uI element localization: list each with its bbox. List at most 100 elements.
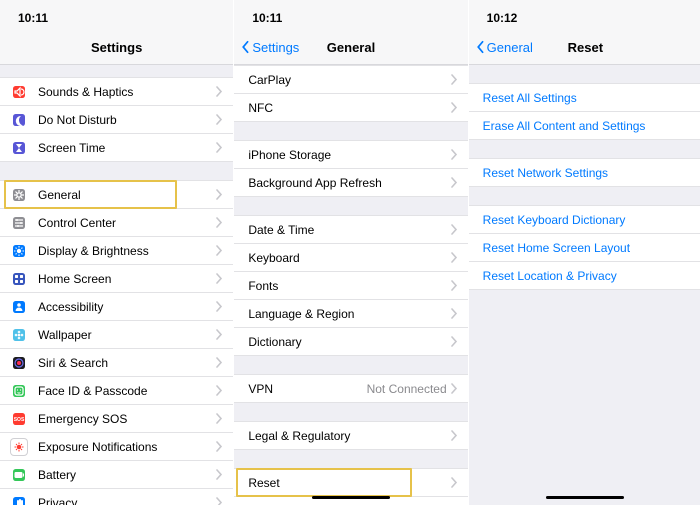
chevron-right-icon	[216, 188, 223, 202]
chevron-right-icon	[216, 496, 223, 505]
section-gap	[234, 197, 467, 215]
sun-app-icon	[10, 242, 28, 260]
row-nfc[interactable]: NFC	[234, 94, 467, 122]
sos-app-icon: SOS	[10, 410, 28, 428]
back-label: General	[487, 40, 533, 55]
chevron-right-icon	[216, 468, 223, 482]
status-bar: 10:12	[469, 0, 700, 30]
row-sos[interactable]: SOS Emergency SOS	[0, 405, 233, 433]
home-indicator	[546, 496, 624, 499]
row-faceid[interactable]: Face ID & Passcode	[0, 377, 233, 405]
nav-bar: Settings	[0, 30, 233, 65]
row-display[interactable]: Display & Brightness	[0, 237, 233, 265]
row-label: Emergency SOS	[38, 412, 216, 426]
row-control-center[interactable]: Control Center	[0, 209, 233, 237]
row-label: Dictionary	[248, 335, 450, 349]
phone-1: 10:11 Settings Sounds & Haptics Do Not D…	[0, 0, 234, 505]
chevron-right-icon	[216, 440, 223, 454]
page-title: Settings	[91, 40, 142, 55]
row-label: Wallpaper	[38, 328, 216, 342]
back-button[interactable]: Settings	[240, 40, 299, 55]
row-label: Sounds & Haptics	[38, 85, 216, 99]
row-home-screen[interactable]: Home Screen	[0, 265, 233, 293]
row-vpn[interactable]: VPNNot Connected	[234, 374, 467, 403]
row-exposure[interactable]: Exposure Notifications	[0, 433, 233, 461]
nav-bar: General Reset	[469, 30, 700, 65]
row-wallpaper[interactable]: Wallpaper	[0, 321, 233, 349]
chevron-right-icon	[216, 412, 223, 426]
row-reset-all[interactable]: Reset All Settings	[469, 83, 700, 112]
row-battery[interactable]: Battery	[0, 461, 233, 489]
face-app-icon	[10, 382, 28, 400]
scroll-area[interactable]: Reset All Settings Erase All Content and…	[469, 65, 700, 505]
battery-app-icon	[10, 466, 28, 484]
hand-app-icon	[10, 494, 28, 505]
row-refresh[interactable]: Background App Refresh	[234, 169, 467, 197]
row-label: Reset All Settings	[483, 91, 692, 105]
row-erase-all[interactable]: Erase All Content and Settings	[469, 112, 700, 140]
row-label: VPN	[248, 382, 366, 396]
chevron-right-icon	[451, 73, 458, 87]
hourglass-app-icon	[10, 139, 28, 157]
row-label: NFC	[248, 101, 450, 115]
chevron-right-icon	[216, 244, 223, 258]
section-gap	[234, 450, 467, 468]
row-reset[interactable]: Reset	[234, 468, 467, 497]
row-label: Battery	[38, 468, 216, 482]
chevron-right-icon	[216, 141, 223, 155]
row-detail: Not Connected	[367, 382, 447, 396]
row-storage[interactable]: iPhone Storage	[234, 140, 467, 169]
row-label: Control Center	[38, 216, 216, 230]
row-reset-network[interactable]: Reset Network Settings	[469, 158, 700, 187]
section-gap	[234, 356, 467, 374]
home-indicator	[312, 496, 390, 499]
row-label: Keyboard	[248, 251, 450, 265]
row-general[interactable]: General	[0, 180, 233, 209]
row-label: Reset Home Screen Layout	[483, 241, 692, 255]
speaker-app-icon	[10, 83, 28, 101]
row-label: iPhone Storage	[248, 148, 450, 162]
chevron-right-icon	[451, 382, 458, 396]
section-gap	[469, 140, 700, 158]
row-accessibility[interactable]: Accessibility	[0, 293, 233, 321]
chevron-right-icon	[451, 279, 458, 293]
section-gap	[469, 187, 700, 205]
row-sounds[interactable]: Sounds & Haptics	[0, 77, 233, 106]
scroll-area[interactable]: Sounds & Haptics Do Not Disturb Screen T…	[0, 65, 233, 505]
siri-app-icon	[10, 354, 28, 372]
grid-app-icon	[10, 270, 28, 288]
row-screen-time[interactable]: Screen Time	[0, 134, 233, 162]
row-dnd[interactable]: Do Not Disturb	[0, 106, 233, 134]
row-label: Privacy	[38, 496, 216, 505]
chevron-right-icon	[451, 429, 458, 443]
row-keyboard[interactable]: Keyboard	[234, 244, 467, 272]
chevron-right-icon	[451, 476, 458, 490]
scroll-area[interactable]: CarPlay NFC iPhone Storage Background Ap…	[234, 65, 467, 505]
back-button[interactable]: General	[475, 40, 533, 55]
row-language[interactable]: Language & Region	[234, 300, 467, 328]
status-bar: 10:11	[0, 0, 233, 30]
row-legal[interactable]: Legal & Regulatory	[234, 421, 467, 450]
sliders-app-icon	[10, 214, 28, 232]
row-label: Reset Keyboard Dictionary	[483, 213, 692, 227]
chevron-right-icon	[216, 356, 223, 370]
svg-text:SOS: SOS	[14, 417, 25, 423]
row-label: Display & Brightness	[38, 244, 216, 258]
row-siri[interactable]: Siri & Search	[0, 349, 233, 377]
row-fonts[interactable]: Fonts	[234, 272, 467, 300]
row-reset-home[interactable]: Reset Home Screen Layout	[469, 234, 700, 262]
row-label: Reset	[248, 476, 450, 490]
row-reset-location[interactable]: Reset Location & Privacy	[469, 262, 700, 290]
row-label: General	[38, 188, 216, 202]
chevron-right-icon	[451, 223, 458, 237]
row-reset-keyboard[interactable]: Reset Keyboard Dictionary	[469, 205, 700, 234]
row-label: Date & Time	[248, 223, 450, 237]
chevron-right-icon	[451, 101, 458, 115]
section-gap	[234, 403, 467, 421]
row-carplay[interactable]: CarPlay	[234, 65, 467, 94]
row-datetime[interactable]: Date & Time	[234, 215, 467, 244]
row-label: Reset Location & Privacy	[483, 269, 692, 283]
row-privacy[interactable]: Privacy	[0, 489, 233, 505]
row-dictionary[interactable]: Dictionary	[234, 328, 467, 356]
row-label: Do Not Disturb	[38, 113, 216, 127]
